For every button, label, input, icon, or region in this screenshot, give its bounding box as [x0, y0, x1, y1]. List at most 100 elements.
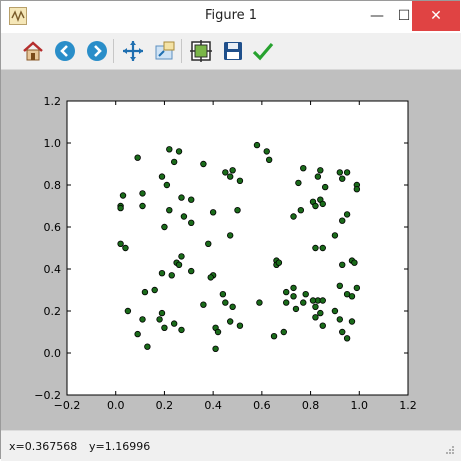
scatter-point — [151, 286, 158, 294]
scatter-point — [314, 173, 322, 180]
scatter-plot[interactable]: −0.2 0.0 0.2 0.4 0.6 0.8 1.0 1.2−0.20.00.20.40.… — [1, 70, 461, 430]
scatter-point — [166, 146, 173, 153]
scatter-point — [226, 232, 234, 239]
scatter-point — [163, 181, 171, 189]
scatter-point — [161, 324, 168, 331]
scatter-point — [343, 335, 351, 342]
x-tick-label: 1.0 — [351, 399, 369, 412]
scatter-point — [139, 190, 146, 197]
scatter-point — [139, 202, 146, 210]
scatter-point — [139, 316, 146, 323]
forward-button[interactable] — [83, 37, 111, 65]
title-bar[interactable]: Figure 1 — ☐ ✕ — [1, 1, 461, 34]
scatter-point — [270, 333, 278, 340]
scatter-point — [312, 244, 319, 252]
checkmark-icon — [252, 42, 274, 61]
scatter-point — [290, 213, 297, 220]
scatter-point — [188, 267, 195, 275]
close-button[interactable]: ✕ — [412, 1, 460, 31]
scatter-point — [178, 194, 185, 201]
scatter-point — [234, 206, 241, 214]
y-tick-label: 0.2 — [44, 305, 62, 318]
pan-icon — [123, 41, 143, 61]
scatter-point — [166, 206, 173, 214]
scatter-point — [319, 244, 326, 252]
scatter-point — [339, 261, 346, 268]
x-tick-label: 0.0 — [107, 399, 125, 412]
scatter-point — [353, 185, 361, 193]
scatter-point — [290, 284, 297, 292]
y-tick-label: 0.6 — [44, 221, 62, 234]
back-button[interactable] — [51, 37, 79, 65]
scatter-point — [229, 167, 236, 174]
scatter-point — [283, 288, 290, 296]
scatter-point — [117, 240, 124, 247]
scatter-point — [319, 200, 326, 208]
scatter-point — [290, 293, 297, 300]
cursor-y-readout: y=1.16996 — [89, 440, 151, 453]
scatter-point — [283, 299, 290, 306]
scatter-point — [219, 290, 227, 298]
scatter-point — [141, 288, 149, 296]
subplots-icon — [190, 40, 212, 62]
zoom-icon — [155, 41, 175, 60]
scatter-point — [319, 322, 326, 329]
save-icon — [224, 42, 242, 60]
scatter-point — [319, 297, 326, 304]
scatter-point — [122, 244, 129, 252]
scatter-point — [331, 307, 339, 315]
scatter-point — [339, 328, 346, 336]
scatter-point — [295, 179, 302, 187]
zoom-button[interactable] — [151, 37, 179, 65]
scatter-point — [312, 303, 319, 310]
scatter-point — [212, 345, 219, 352]
scatter-point — [226, 173, 234, 180]
save-button[interactable] — [219, 37, 247, 65]
scatter-point — [119, 192, 127, 199]
scatter-point — [348, 318, 356, 325]
scatter-point — [161, 223, 168, 231]
back-icon — [55, 41, 75, 61]
x-tick-label: 0.4 — [204, 399, 222, 412]
axes-background — [67, 101, 408, 395]
scatter-point — [156, 316, 163, 323]
scatter-point — [200, 160, 207, 168]
x-tick-label: 0.6 — [253, 399, 271, 412]
y-tick-label: 1.0 — [44, 137, 62, 150]
scatter-point — [275, 259, 283, 266]
scatter-point — [180, 213, 188, 220]
scatter-point — [158, 173, 166, 180]
scatter-point — [280, 328, 287, 336]
scatter-point — [134, 154, 141, 161]
scatter-point — [353, 284, 361, 292]
figure-window: Figure 1 — ☐ ✕ −0.2 0.0 0.2 0.4 0.6 0.8 … — [0, 0, 461, 461]
scatter-point — [209, 209, 217, 216]
forward-icon — [87, 41, 107, 61]
scatter-point — [222, 299, 229, 306]
status-bar: x=0.367568 y=1.16996 — [1, 430, 461, 461]
scatter-point — [343, 169, 351, 176]
scatter-point — [302, 290, 309, 298]
pan-button[interactable] — [119, 37, 147, 65]
scatter-point — [321, 183, 329, 191]
scatter-point — [188, 196, 195, 203]
scatter-point — [144, 343, 151, 350]
scatter-point — [292, 305, 300, 313]
cursor-x-readout: x=0.367568 — [9, 440, 78, 453]
toolbar-separator — [113, 39, 114, 63]
figure-canvas[interactable]: −0.2 0.0 0.2 0.4 0.6 0.8 1.0 1.2 −0.2 0.0 0.2 0.4 0.… — [1, 70, 461, 430]
resize-grip-icon[interactable] — [445, 445, 455, 455]
scatter-point — [339, 175, 346, 182]
scatter-point — [170, 158, 178, 166]
scatter-point — [300, 164, 307, 172]
subplots-button[interactable] — [187, 37, 215, 65]
scatter-point — [117, 204, 124, 212]
home-button[interactable] — [19, 37, 47, 65]
y-tick-label: 0.4 — [44, 263, 62, 276]
scatter-point — [124, 307, 132, 315]
scatter-point — [222, 169, 229, 176]
edit-button[interactable] — [249, 37, 277, 65]
y-tick-label: 0.0 — [44, 347, 62, 360]
y-tick-label: 1.2 — [44, 95, 62, 108]
scatter-point — [331, 232, 339, 239]
